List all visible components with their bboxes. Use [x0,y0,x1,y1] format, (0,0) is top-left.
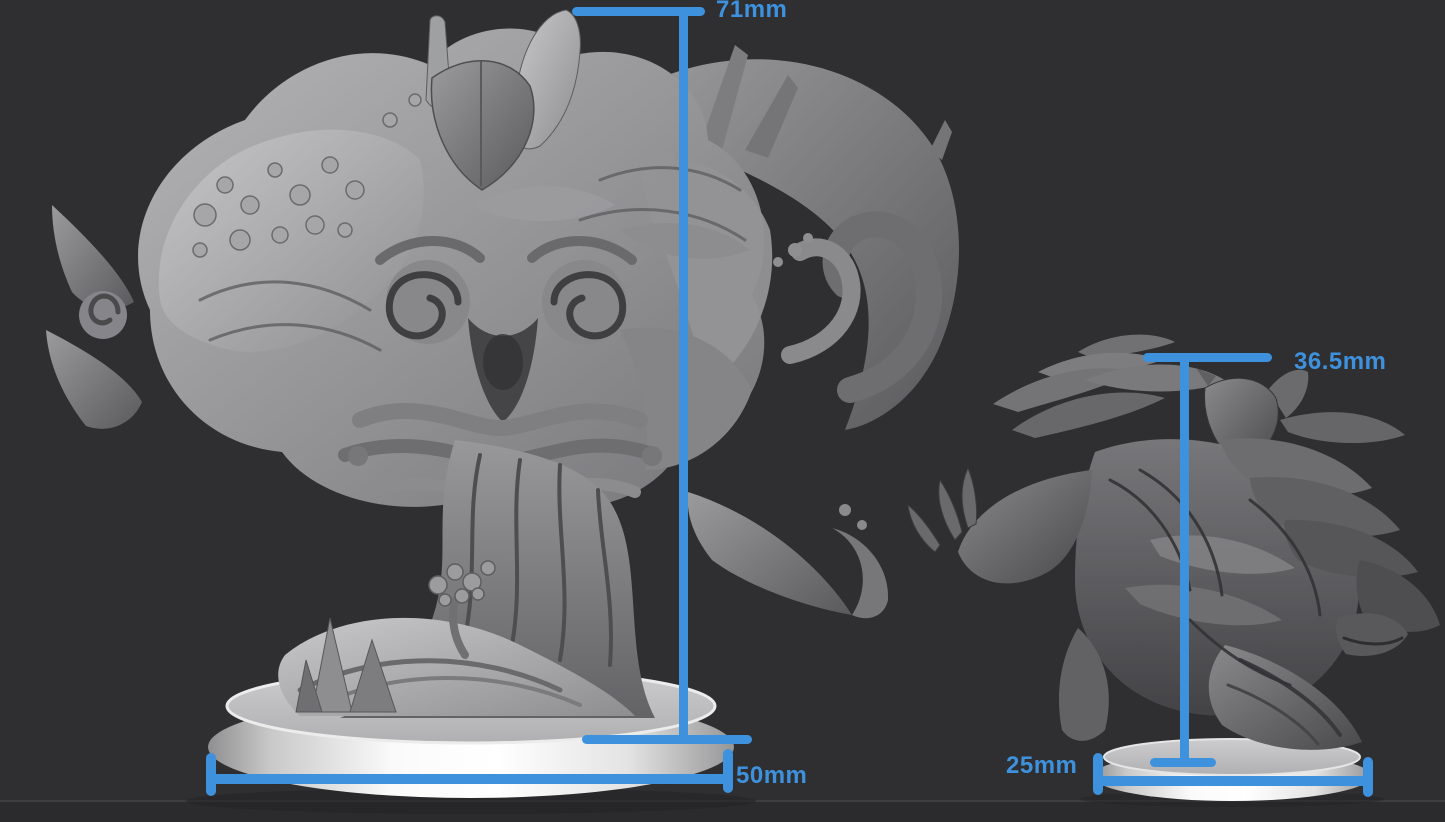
render-viewport: 71mm 50mm 36.5mm 25mm [0,0,1445,822]
large-height-ruler-bottom-tick [582,735,752,744]
large-width-ruler-right-cap [723,749,733,793]
large-miniature-sculpt [46,10,959,718]
small-width-ruler-left-cap [1093,753,1103,795]
large-width-label: 50mm [736,762,807,790]
small-height-label: 36.5mm [1294,348,1386,376]
large-height-ruler-line [679,7,688,744]
large-width-ruler-left-cap [206,753,216,796]
small-miniature-sculpt [908,335,1440,750]
small-width-label: 25mm [1006,752,1077,780]
large-width-ruler-line [211,774,731,784]
small-width-ruler-line [1096,776,1373,786]
small-height-ruler-line [1180,353,1189,766]
small-height-ruler-bottom-tick [1150,758,1216,767]
scene-render [0,0,1445,822]
large-miniature [46,10,959,814]
large-height-label: 71mm [716,0,787,24]
small-width-ruler-right-cap [1363,757,1373,797]
small-miniature [908,335,1440,807]
small-height-ruler-top-tick [1143,353,1272,362]
